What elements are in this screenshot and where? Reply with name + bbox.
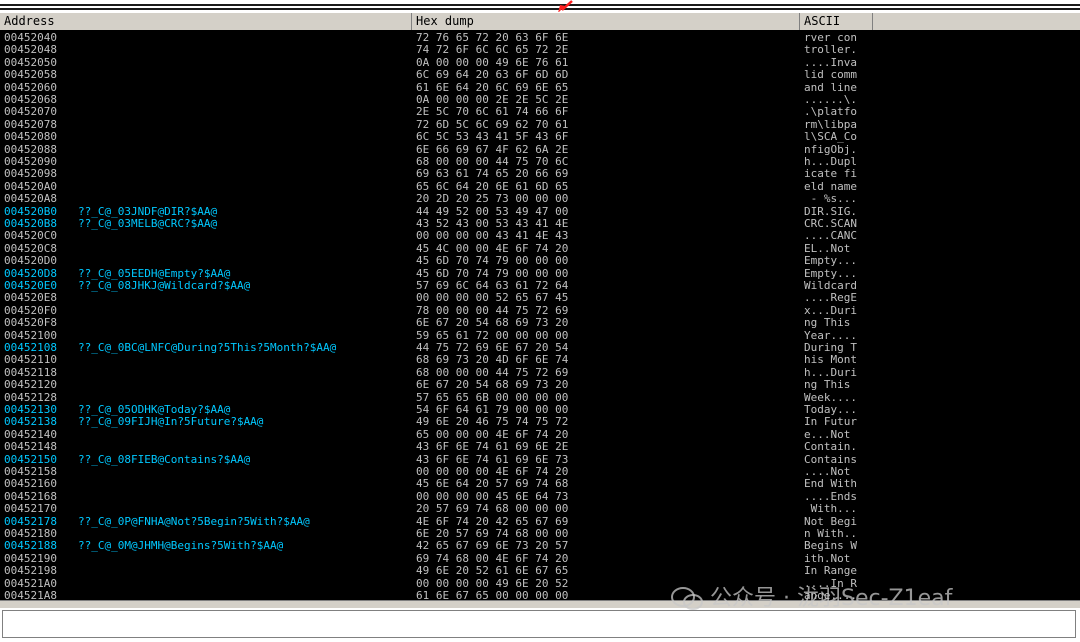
dump-row[interactable]: 00452048 74 72 6F 6C 6C 65 72 2E troller. — [0, 43, 1080, 57]
dump-row[interactable]: 00452070 2E 5C 70 6C 61 74 66 6F .\platfo — [0, 105, 1080, 119]
row-hex-bytes: 00 00 00 00 43 41 4E 43 — [416, 229, 569, 243]
row-address: 004521A8 — [4, 589, 57, 600]
row-ascii: ....CANC — [804, 229, 857, 243]
row-address: 00452188 — [4, 539, 57, 553]
row-address: 004520C0 — [4, 229, 57, 243]
row-symbol-label: ??_C@_08FIEB@Contains?$AA@ — [78, 452, 251, 466]
row-address: 00452198 — [4, 564, 57, 578]
header-ascii[interactable]: ASCII — [800, 13, 873, 30]
row-hex-bytes: 20 2D 20 25 73 00 00 00 — [416, 192, 569, 206]
dump-row[interactable]: 004520F8 6E 67 20 54 68 69 73 20 ng This — [0, 316, 1080, 330]
row-hex-bytes: 6C 69 64 20 63 6F 6D 6D — [416, 68, 569, 82]
row-ascii: ng This — [804, 316, 857, 330]
row-ascii: Begins W — [804, 539, 857, 553]
hex-dump-pane[interactable]: 00452040 72 76 65 72 20 63 6F 6E rver con 0… — [0, 30, 1080, 600]
row-symbol-label: ??_C@_0BC@LNFC@During?5This?5Month?$AA@ — [78, 341, 337, 354]
row-hex-bytes: 43 6F 6E 74 61 69 6E 2E — [416, 440, 569, 454]
row-address: 00452048 — [4, 43, 57, 57]
row-ascii: In Range — [804, 564, 857, 578]
dump-row[interactable]: 00452188 ??_C@_0M@JHMH@Begins?5With?$AA@ 4… — [0, 539, 1080, 553]
row-ascii: ng This — [804, 378, 857, 392]
row-address: 00452098 — [4, 167, 57, 181]
row-ascii: Empty... — [804, 254, 857, 268]
dump-row[interactable]: 00452080 6C 5C 53 43 41 5F 43 6F l\SCA_Co — [0, 130, 1080, 144]
dump-row[interactable]: 00452110 68 69 73 20 4D 6F 6E 74 his Mont — [0, 353, 1080, 367]
header-hex-dump[interactable]: Hex dump — [412, 13, 800, 30]
row-symbol-label: ??_C@_0M@JHMH@Begins?5With?$AA@ — [78, 539, 284, 553]
row-ascii: lid comm — [804, 68, 857, 82]
row-ascii: With... — [804, 502, 857, 516]
row-ascii: ....RegE — [804, 291, 857, 305]
row-ascii: In Futur — [804, 415, 857, 429]
watermark: 公众号 · 泷羽Sec-Z1eaf — [670, 584, 952, 614]
top-border-line — [0, 4, 1080, 6]
row-address: 00452148 — [4, 440, 57, 454]
row-ascii: his Mont — [804, 353, 857, 367]
row-hex-bytes: 20 57 69 74 68 00 00 00 — [416, 502, 569, 516]
row-symbol-label: ??_C@_03MELB@CRC?$AA@ — [78, 217, 218, 230]
dump-row[interactable]: 004520C0 00 00 00 00 43 41 4E 43 ....CANC — [0, 229, 1080, 243]
row-ascii: - %s... — [804, 192, 857, 206]
dump-row[interactable]: 00452058 6C 69 64 20 63 6F 6D 6D lid comm — [0, 68, 1080, 82]
row-hex-bytes: 45 6E 64 20 57 69 74 68 — [416, 477, 569, 491]
row-address: 00452160 — [4, 477, 57, 491]
row-hex-bytes: 49 6E 20 46 75 74 75 72 — [416, 415, 569, 429]
header-address[interactable]: Address — [0, 13, 412, 30]
row-address: 004520A8 — [4, 192, 57, 206]
row-address: 004520D0 — [4, 254, 57, 268]
dump-row[interactable]: 00452170 20 57 69 74 68 00 00 00 With... — [0, 502, 1080, 516]
row-hex-bytes: 68 69 73 20 4D 6F 6E 74 — [416, 353, 569, 367]
watermark-text: 公众号 · 泷羽Sec-Z1eaf — [710, 586, 953, 611]
row-symbol-label: ??_C@_0P@FNHA@Not?5Begin?5With?$AA@ — [78, 514, 310, 528]
row-ascii: icate fi — [804, 167, 857, 181]
row-ascii: .\platfo — [804, 105, 857, 119]
row-hex-bytes: 69 63 61 74 65 20 66 69 — [416, 167, 569, 181]
row-ascii: l\SCA_Co — [804, 130, 857, 144]
command-input[interactable] — [2, 610, 1076, 638]
wechat-icon — [671, 587, 703, 610]
row-ascii: End With — [804, 477, 857, 491]
row-hex-bytes: 2E 5C 70 6C 61 74 66 6F — [416, 105, 569, 119]
row-hex-bytes: 6E 67 20 54 68 69 73 20 — [416, 316, 569, 330]
row-ascii: troller. — [804, 43, 857, 57]
row-hex-bytes: 61 6E 67 65 00 00 00 00 — [416, 589, 569, 600]
dump-row[interactable]: 004520D0 45 6D 70 74 79 00 00 00 Empty... — [0, 254, 1080, 268]
row-address: 00452058 — [4, 68, 57, 82]
row-address: 004520E8 — [4, 291, 57, 305]
column-header-bar: Address Hex dump ASCII — [0, 12, 1080, 30]
row-symbol-label: ??_C@_09FIJH@In?5Future?$AA@ — [78, 415, 264, 429]
top-border-line — [0, 8, 1080, 10]
dump-row[interactable]: 00452198 49 6E 20 52 61 6E 67 65 In Range — [0, 564, 1080, 578]
dump-row[interactable]: 00452138 ??_C@_09FIJH@In?5Future?$AA@ 49 6… — [0, 415, 1080, 429]
row-address: 00452110 — [4, 353, 57, 367]
row-hex-bytes: 6E 67 20 54 68 69 73 20 — [416, 378, 569, 392]
row-address: 00452080 — [4, 130, 57, 144]
dump-row[interactable]: 00452148 43 6F 6E 74 61 69 6E 2E Contain. — [0, 440, 1080, 454]
row-address: 00452138 — [4, 415, 57, 429]
row-address: 00452120 — [4, 378, 57, 392]
row-address: 00452170 — [4, 502, 57, 516]
row-address: 00452070 — [4, 105, 57, 119]
row-hex-bytes: 49 6E 20 52 61 6E 67 65 — [416, 564, 569, 578]
row-address: 004520F8 — [4, 316, 57, 330]
header-empty — [873, 13, 1080, 30]
row-hex-bytes: 6C 5C 53 43 41 5F 43 6F — [416, 130, 569, 144]
row-symbol-label: ??_C@_08JHKJ@Wildcard?$AA@ — [78, 279, 251, 292]
row-hex-bytes: 45 6D 70 74 79 00 00 00 — [416, 254, 569, 268]
dump-row[interactable]: 00452098 69 63 61 74 65 20 66 69 icate fi — [0, 167, 1080, 181]
row-hex-bytes: 00 00 00 00 52 65 67 45 — [416, 291, 569, 305]
row-ascii: Contain. — [804, 440, 857, 454]
window-top-border — [0, 0, 1080, 13]
dump-row[interactable]: 004520E8 00 00 00 00 52 65 67 45 ....RegE — [0, 291, 1080, 305]
dump-row[interactable]: 00452160 45 6E 64 20 57 69 74 68 End With — [0, 477, 1080, 491]
row-hex-bytes: 74 72 6F 6C 6C 65 72 2E — [416, 43, 569, 57]
dump-row[interactable]: 004520A8 20 2D 20 25 73 00 00 00 - %s... — [0, 192, 1080, 206]
row-hex-bytes: 42 65 67 69 6E 73 20 57 — [416, 539, 569, 553]
dump-row[interactable]: 00452120 6E 67 20 54 68 69 73 20 ng This — [0, 378, 1080, 392]
